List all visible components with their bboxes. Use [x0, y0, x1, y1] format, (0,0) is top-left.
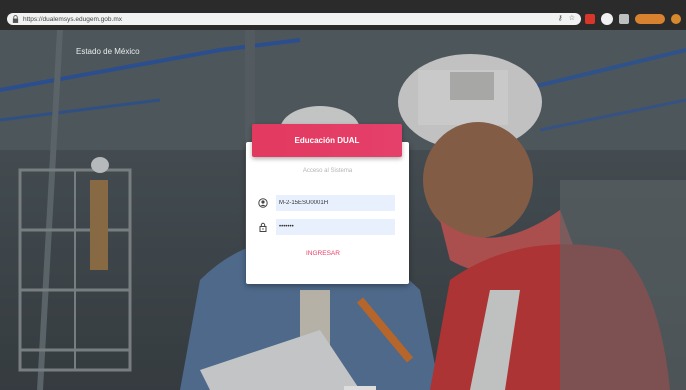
url-text[interactable]: https://dualemsys.edugem.gob.mx	[23, 16, 122, 23]
star-icon[interactable]: ☆	[569, 13, 575, 25]
browser-toolbar: https://dualemsys.edugem.gob.mx ⚷ ☆	[0, 0, 686, 30]
extension-square-icon[interactable]	[619, 14, 629, 24]
avatar[interactable]	[671, 14, 681, 24]
login-card-header: Educación DUAL	[252, 124, 402, 157]
profile-pill[interactable]	[635, 14, 665, 24]
page-scroll-indicator	[344, 386, 376, 390]
extension-circle-icon[interactable]	[601, 13, 613, 25]
page-title: Estado de México	[76, 47, 140, 56]
login-card	[246, 142, 409, 284]
address-bar[interactable]: https://dualemsys.edugem.gob.mx ⚷ ☆	[7, 13, 581, 25]
password-row	[258, 219, 395, 235]
login-button[interactable]: INGRESAR	[306, 250, 340, 257]
password-field[interactable]	[276, 219, 395, 235]
padlock-icon	[259, 222, 267, 232]
username-field[interactable]	[276, 195, 395, 211]
extension-icon[interactable]	[585, 14, 595, 24]
login-subtitle: Acceso al Sistema	[302, 168, 353, 174]
username-row	[258, 195, 395, 211]
key-icon[interactable]: ⚷	[558, 13, 563, 25]
lock-icon	[12, 15, 19, 23]
user-icon	[258, 198, 268, 208]
